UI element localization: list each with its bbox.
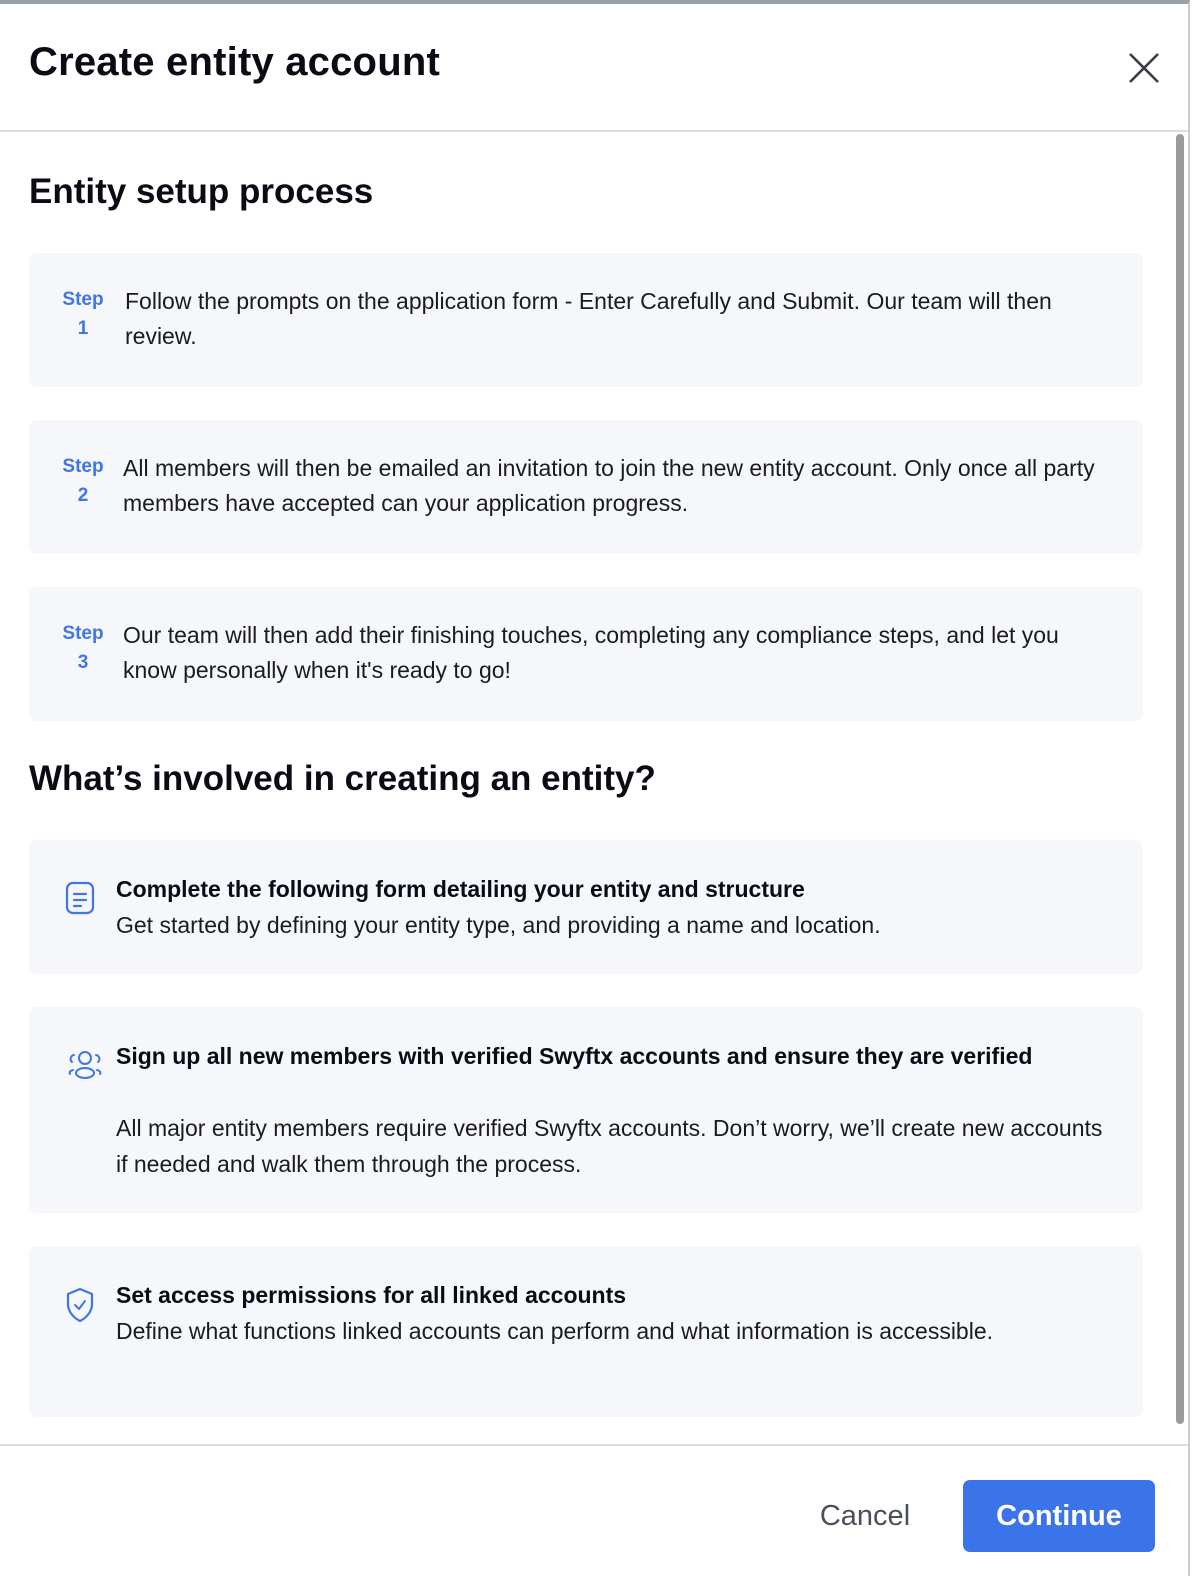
step-word: Step — [62, 623, 104, 644]
step-card: Step 3 Our team will then add their fini… — [29, 587, 1143, 721]
involved-item-title: Set access permissions for all linked ac… — [116, 1282, 627, 1308]
involved-item-description: All major entity members require verifie… — [116, 1115, 1103, 1177]
involved-item: Sign up all new members with verified Sw… — [29, 1007, 1143, 1213]
step-label: Step 2 — [55, 452, 111, 510]
modal-body: Entity setup process Step 1 Follow the p… — [0, 132, 1188, 1444]
step-number: 2 — [77, 485, 89, 506]
cancel-button[interactable]: Cancel — [800, 1482, 930, 1550]
step-word: Step — [62, 456, 104, 477]
step-text: All members will then be emailed an invi… — [123, 455, 1095, 516]
step-number: 1 — [77, 318, 89, 339]
involved-item-title: Complete the following form detailing yo… — [116, 876, 805, 902]
setup-heading: Entity setup process — [29, 172, 374, 211]
modal-header: Create entity account — [0, 4, 1188, 132]
step-word: Step — [62, 289, 104, 310]
step-label: Step 3 — [55, 619, 111, 677]
modal-title: Create entity account — [29, 40, 440, 84]
involved-item-description: Define what functions linked accounts ca… — [116, 1318, 994, 1344]
involved-heading: What’s involved in creating an entity? — [29, 759, 656, 798]
involved-item-title: Sign up all new members with verified Sw… — [116, 1043, 1033, 1069]
step-text: Our team will then add their finishing t… — [123, 622, 1059, 683]
step-card: Step 2 All members will then be emailed … — [29, 420, 1143, 554]
step-label: Step 1 — [55, 285, 111, 343]
scrollbar-thumb[interactable] — [1176, 134, 1184, 1424]
continue-button[interactable]: Continue — [963, 1480, 1155, 1552]
create-entity-modal: Create entity account Entity setup proce… — [0, 0, 1190, 1576]
modal-footer: Cancel Continue — [0, 1444, 1188, 1582]
document-icon — [65, 881, 95, 915]
shield-check-icon — [65, 1287, 95, 1323]
involved-item-description: Get started by defining your entity type… — [116, 912, 881, 938]
step-card: Step 1 Follow the prompts on the applica… — [29, 253, 1143, 387]
close-icon[interactable] — [1124, 48, 1164, 88]
involved-item: Complete the following form detailing yo… — [29, 840, 1143, 974]
step-number: 3 — [77, 652, 89, 673]
step-text: Follow the prompts on the application fo… — [125, 288, 1052, 349]
involved-item: Set access permissions for all linked ac… — [29, 1246, 1143, 1417]
members-icon — [65, 1048, 102, 1079]
scrollbar[interactable] — [1174, 134, 1186, 1424]
